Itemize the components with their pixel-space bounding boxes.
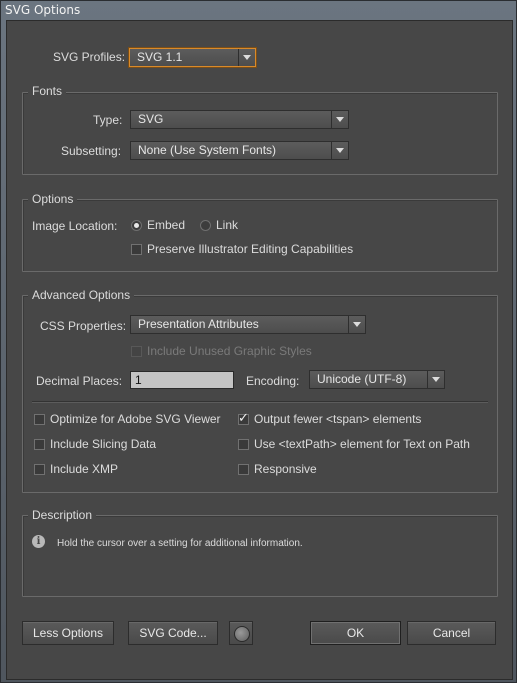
svg-profiles-dropdown[interactable]: SVG 1.1 [129, 48, 256, 67]
link-label[interactable]: Link [216, 218, 238, 232]
encoding-dropdown[interactable]: Unicode (UTF-8) [309, 370, 445, 389]
encoding-label: Encoding: [246, 374, 300, 388]
preserve-editing-label[interactable]: Preserve Illustrator Editing Capabilitie… [147, 242, 353, 256]
responsive-checkbox[interactable] [238, 464, 249, 475]
subsetting-value: None (Use System Fonts) [138, 143, 277, 157]
embed-label[interactable]: Embed [147, 218, 185, 232]
chevron-down-icon [331, 111, 348, 128]
chevron-down-icon [238, 49, 255, 66]
description-group [22, 515, 498, 597]
browser-preview-button[interactable] [229, 621, 253, 645]
include-slicing-label[interactable]: Include Slicing Data [50, 437, 156, 451]
description-title: Description [28, 508, 97, 522]
info-icon: i [32, 535, 45, 548]
optimize-viewer-label[interactable]: Optimize for Adobe SVG Viewer [50, 412, 221, 426]
include-xmp-checkbox[interactable] [34, 464, 45, 475]
options-group [22, 199, 498, 272]
svg-profiles-label: SVG Profiles: [53, 50, 126, 64]
include-slicing-checkbox[interactable] [34, 439, 45, 450]
options-group-title: Options [28, 192, 78, 206]
advanced-options-title: Advanced Options [28, 288, 135, 302]
output-fewer-tspan-label[interactable]: Output fewer <tspan> elements [254, 412, 421, 426]
embed-radio[interactable] [131, 220, 142, 231]
decimal-places-input[interactable]: 1 [130, 371, 234, 389]
image-location-label: Image Location: [32, 219, 118, 233]
fonts-group [22, 92, 498, 175]
chevron-down-icon [348, 316, 365, 333]
font-type-value: SVG [138, 112, 164, 126]
css-properties-label: CSS Properties: [40, 319, 127, 333]
font-type-label: Type: [93, 113, 123, 127]
output-fewer-tspan-checkbox[interactable]: ✓ [238, 410, 249, 425]
encoding-value: Unicode (UTF-8) [317, 372, 407, 386]
use-textpath-checkbox[interactable] [238, 439, 249, 450]
advanced-divider [32, 401, 488, 402]
svg-options-window: SVG Options SVG Profiles: SVG 1.1 Fonts … [0, 0, 517, 683]
use-textpath-label[interactable]: Use <textPath> element for Text on Path [254, 437, 470, 451]
svg-code-button[interactable]: SVG Code... [128, 621, 218, 645]
window-title: SVG Options [5, 3, 81, 17]
fonts-group-title: Fonts [28, 84, 67, 98]
css-properties-value: Presentation Attributes [138, 317, 259, 331]
cancel-button[interactable]: Cancel [407, 621, 496, 645]
ok-button[interactable]: OK [310, 621, 401, 645]
svg-profiles-value: SVG 1.1 [137, 50, 183, 64]
link-radio[interactable] [200, 220, 211, 231]
chevron-down-icon [427, 371, 444, 388]
globe-icon [234, 626, 250, 642]
subsetting-label: Subsetting: [61, 144, 122, 158]
responsive-label[interactable]: Responsive [254, 462, 317, 476]
subsetting-dropdown[interactable]: None (Use System Fonts) [130, 141, 349, 160]
checkmark-icon: ✓ [238, 410, 249, 425]
description-text: Hold the cursor over a setting for addit… [57, 538, 303, 549]
include-unused-styles-label: Include Unused Graphic Styles [147, 344, 312, 358]
preserve-editing-checkbox[interactable] [131, 244, 142, 255]
font-type-dropdown[interactable]: SVG [130, 110, 349, 129]
chevron-down-icon [331, 142, 348, 159]
decimal-places-label: Decimal Places: [36, 374, 123, 388]
dialog-body: SVG Profiles: SVG 1.1 Fonts Type: SVG Su… [6, 20, 513, 680]
include-xmp-label[interactable]: Include XMP [50, 462, 118, 476]
optimize-viewer-checkbox[interactable] [34, 414, 45, 425]
include-unused-styles-checkbox [131, 346, 142, 357]
less-options-button[interactable]: Less Options [22, 621, 114, 645]
css-properties-dropdown[interactable]: Presentation Attributes [130, 315, 366, 334]
